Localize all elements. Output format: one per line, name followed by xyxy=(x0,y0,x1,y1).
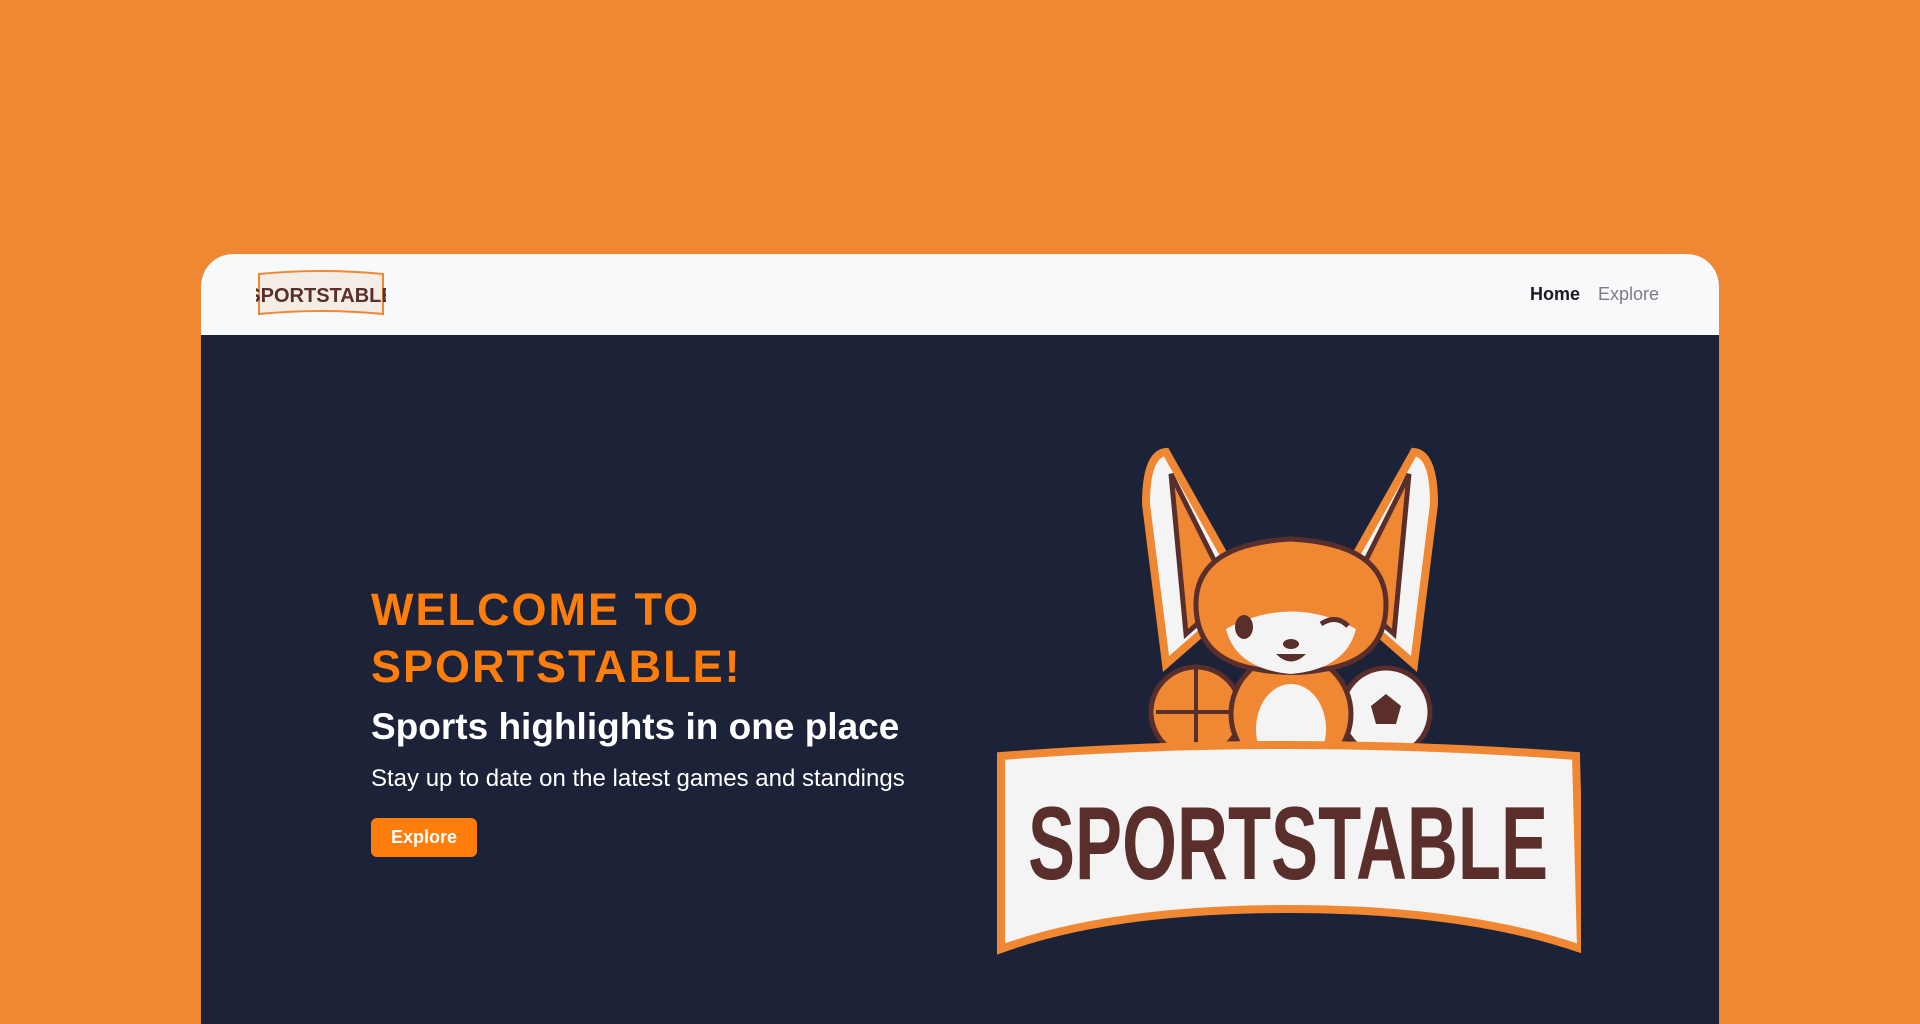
app-window: SPORTSTABLE Home Explore WELCOME TO SPOR… xyxy=(201,254,1719,1024)
explore-button[interactable]: Explore xyxy=(371,818,478,857)
svg-text:SPORTSTABLE: SPORTSTABLE xyxy=(256,285,386,307)
hero-heading: WELCOME TO SPORTSTABLE! xyxy=(371,584,742,692)
nav-explore-link[interactable]: Explore xyxy=(1598,284,1659,305)
nav-home-link[interactable]: Home xyxy=(1530,284,1580,305)
hero-description: Stay up to date on the latest games and … xyxy=(371,765,905,792)
nav-links: Home Explore xyxy=(1530,254,1659,335)
fox-mascot-icon: SPORTSTABLE xyxy=(997,447,1581,955)
hero-section: WELCOME TO SPORTSTABLE! Sports highlight… xyxy=(371,581,971,857)
mascot-banner-text: SPORTSTABLE xyxy=(1028,786,1548,902)
navbar: SPORTSTABLE Home Explore xyxy=(201,254,1719,335)
sportstable-logo[interactable]: SPORTSTABLE xyxy=(256,268,386,320)
hero-subheading: Sports highlights in one place xyxy=(371,706,900,747)
